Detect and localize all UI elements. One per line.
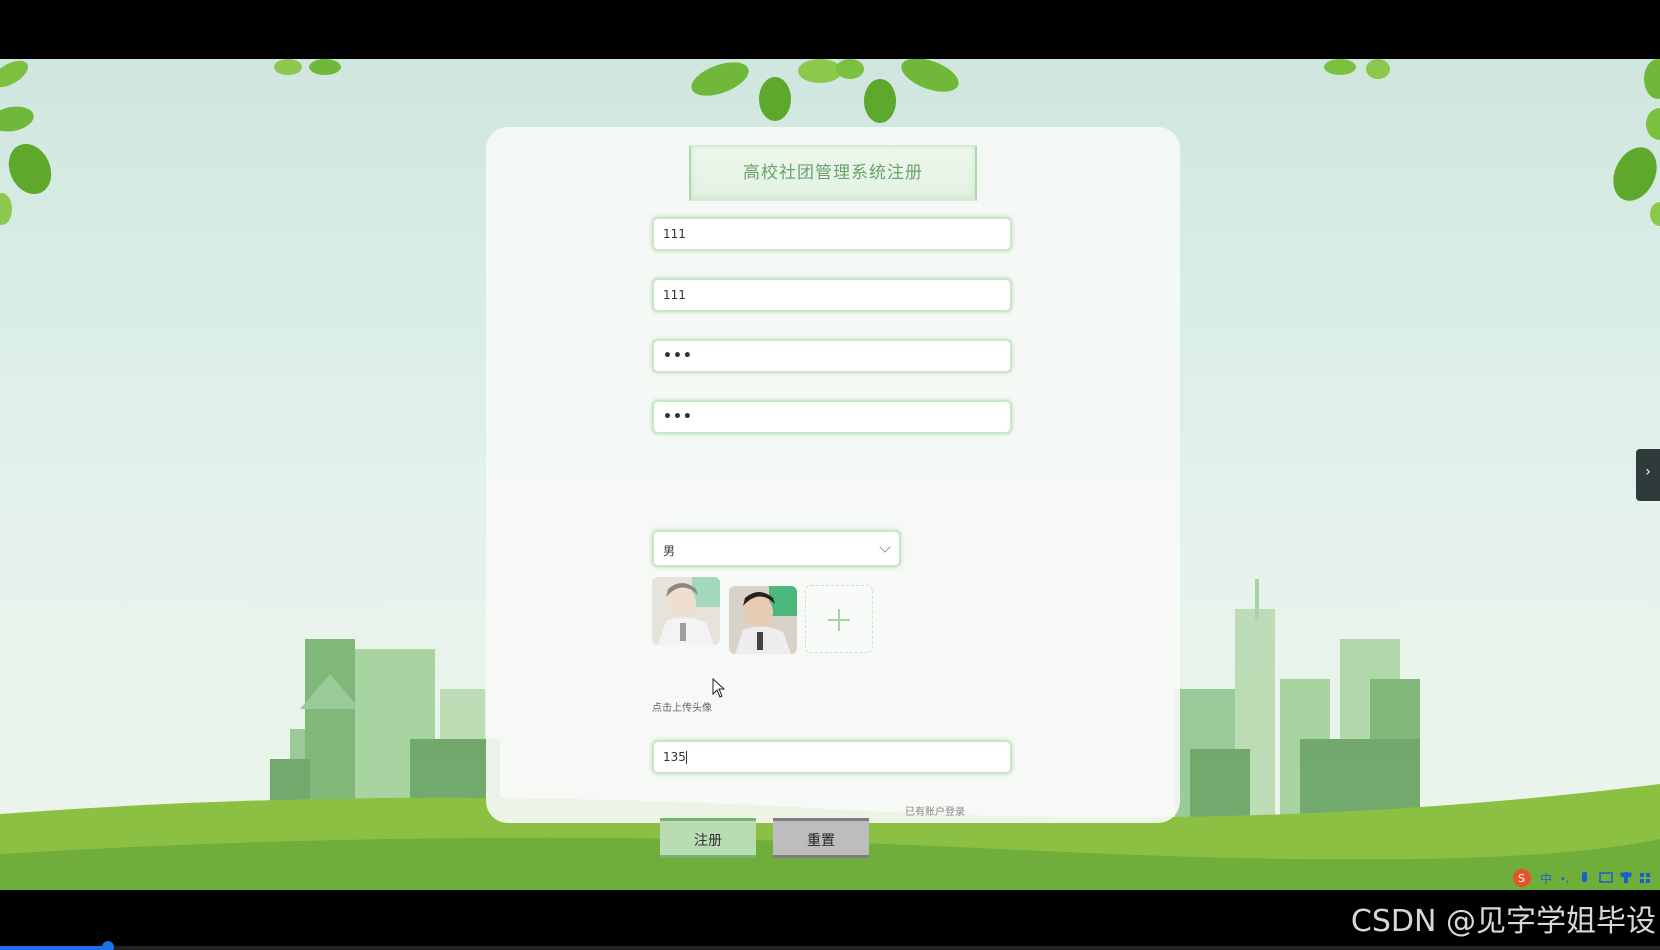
confirm-password-value: ••• <box>663 409 693 425</box>
avatar-upload-hint: 点击上传头像 <box>652 703 712 714</box>
ime-chinese-mode: 中 <box>1540 871 1552 886</box>
text-caret <box>685 751 687 764</box>
chevron-down-icon <box>879 541 891 553</box>
keyboard-icon <box>1599 872 1613 883</box>
gender-value: 男 <box>663 544 676 558</box>
password-input[interactable]: ••• <box>652 339 1012 373</box>
register-button[interactable]: 注册 <box>660 818 756 858</box>
watermark: CSDN @见字学姐毕设 <box>1350 904 1656 939</box>
phone-input[interactable]: 135 <box>652 740 1012 774</box>
side-panel-toggle[interactable]: › <box>1636 449 1660 501</box>
microphone-icon <box>1582 872 1587 882</box>
grid-icon <box>1646 879 1650 883</box>
leaves-decoration-small <box>274 59 341 75</box>
video-progress-track[interactable] <box>0 946 1660 950</box>
avatar-image <box>729 586 797 654</box>
ime-logo-icon: S <box>1518 872 1525 885</box>
page-title: 高校社团管理系统注册 <box>743 163 923 183</box>
avatar-thumbnail[interactable] <box>729 586 797 654</box>
name-input[interactable]: 111 <box>652 278 1012 312</box>
avatar-image <box>652 577 720 645</box>
login-link[interactable]: 已有账户登录 <box>905 803 965 818</box>
leaves-decoration-left <box>0 60 52 225</box>
confirm-password-input[interactable]: ••• <box>652 400 1012 434</box>
phone-value: 135 <box>663 750 686 764</box>
video-progress-handle[interactable] <box>102 941 114 950</box>
top-letterbox <box>0 0 1660 59</box>
title-banner: 高校社团管理系统注册 <box>689 145 977 201</box>
password-value: ••• <box>663 348 693 364</box>
avatar-upload-button[interactable] <box>805 585 873 653</box>
video-progress-fill <box>0 946 108 950</box>
name-value: 111 <box>663 288 686 302</box>
ime-toolbar[interactable]: S 中 •, <box>1510 868 1660 888</box>
leaves-decoration-small <box>1324 59 1390 79</box>
mouse-cursor-icon <box>712 678 726 698</box>
gender-select[interactable]: 男 <box>652 530 901 567</box>
avatar-thumbnail[interactable] <box>652 577 720 645</box>
plus-icon <box>838 609 840 631</box>
account-value: 111 <box>663 227 686 241</box>
account-input[interactable]: 111 <box>652 217 1012 251</box>
register-card: 高校社团管理系统注册 111 111 ••• ••• 男 点击上传头像 135 … <box>486 127 1180 858</box>
reset-button[interactable]: 重置 <box>773 818 869 858</box>
leaves-decoration-right <box>1613 59 1660 226</box>
skin-icon <box>1620 872 1632 883</box>
ime-punctuation-icon: •, <box>1560 874 1569 885</box>
background-scene: 高校社团管理系统注册 111 111 ••• ••• 男 点击上传头像 135 … <box>0 59 1660 890</box>
